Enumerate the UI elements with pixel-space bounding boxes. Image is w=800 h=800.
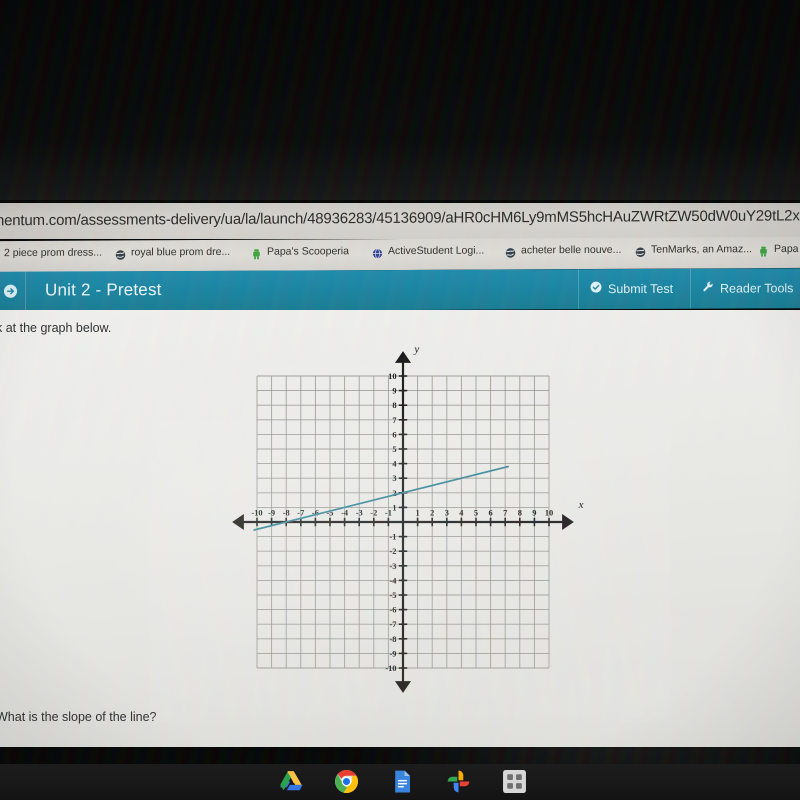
axis-names: xy: [413, 344, 583, 511]
bookmark-item[interactable]: Papa: [758, 242, 799, 257]
x-tick-label: 8: [518, 509, 522, 518]
y-tick-label: -3: [390, 562, 397, 571]
globe-icon: [115, 247, 126, 260]
x-tick-label: -4: [341, 509, 349, 518]
y-tick-label: -7: [390, 620, 397, 629]
google-photos-icon[interactable]: [446, 769, 471, 794]
y-tick-label: 8: [392, 401, 396, 410]
y-tick-label: -9: [390, 649, 397, 658]
x-tick-label: -10: [251, 509, 262, 518]
y-tick-label: -6: [390, 606, 397, 615]
y-tick-label: 2: [392, 489, 396, 498]
screen-photo: nentum.com/assessments-delivery/ua/la/la…: [0, 0, 800, 800]
x-tick-label: -9: [268, 509, 275, 518]
x-tick-label: -7: [297, 509, 304, 518]
bookmark-label: acheter belle nouve...: [521, 243, 622, 257]
y-tick-label: 5: [392, 445, 396, 454]
papas-scooperia-icon: [758, 244, 769, 257]
papas-scooperia-icon: [251, 246, 262, 259]
back-arrow-circle-icon[interactable]: [3, 284, 18, 299]
globe-icon: [505, 245, 516, 258]
header-divider: [690, 268, 691, 309]
y-tick-label: 10: [388, 372, 396, 381]
submit-test-label: Submit Test: [608, 281, 674, 296]
google-drive-icon[interactable]: [278, 769, 303, 794]
bookmark-item[interactable]: TenMarks, an Amaz...: [635, 243, 752, 257]
y-tick-label: 1: [392, 503, 396, 512]
x-tick-label: 7: [503, 509, 507, 518]
x-tick-label: 1: [416, 509, 420, 518]
bookmark-item[interactable]: ActiveStudent Logi...: [372, 244, 485, 259]
coordinate-graph: -10 -9 -8 -7 -6 -5 -4 -3 -2 -1 1 2 3 4 5 6 7 8 9 10 10 9 8 7 6 5 4…: [225, 344, 585, 704]
x-tick-label: 6: [489, 509, 493, 518]
x-tick-label: 2: [430, 509, 434, 518]
submit-test-button[interactable]: Submit Test: [590, 281, 673, 296]
line-series: [253, 465, 509, 531]
globe-icon: [635, 244, 646, 257]
x-axis-label: x: [578, 499, 584, 511]
x-tick-label: -8: [283, 509, 290, 518]
google-chrome-icon[interactable]: [334, 769, 359, 794]
page-title: Unit 2 - Pretest: [45, 280, 162, 300]
y-tick-label: 4: [392, 460, 397, 469]
bookmark-label: 2 piece prom dress...: [4, 246, 103, 260]
header-divider: [578, 269, 579, 310]
y-tick-label: 9: [392, 387, 396, 396]
y-tick-label: -2: [390, 547, 397, 556]
y-tick-label: -4: [390, 576, 398, 585]
bookmark-label: ActiveStudent Logi...: [388, 244, 485, 258]
question-prompt-text: What is the slope of the line?: [0, 710, 157, 724]
bookmark-label: Papa: [774, 242, 799, 256]
bookmarks-bar[interactable]: 2 piece prom dress... royal blue prom dr…: [0, 236, 800, 273]
bookmark-label: royal blue prom dre...: [131, 245, 231, 259]
bookmark-label: TenMarks, an Amaz...: [651, 243, 752, 256]
wrench-icon: [702, 281, 714, 296]
y-axis-label: y: [413, 344, 419, 356]
x-tick-label: -3: [356, 509, 363, 518]
y-tick-label: 6: [392, 430, 396, 439]
x-tick-label: -1: [385, 509, 392, 518]
bookmark-item[interactable]: royal blue prom dre...: [115, 245, 231, 260]
graph-svg: -10 -9 -8 -7 -6 -5 -4 -3 -2 -1 1 2 3 4 5 6 7 8 9 1010987654…: [232, 344, 584, 693]
assessment-body: k at the graph below. -10 -9 -8 -7 -6 -5 -4 -3-…: [0, 310, 800, 747]
x-tick-label: 5: [474, 509, 478, 518]
header-divider: [25, 271, 26, 312]
y-tick-label: -10: [385, 664, 396, 673]
y-tick-label: -1: [390, 533, 397, 542]
reader-tools-label: Reader Tools: [720, 280, 794, 296]
y-tick-label: -8: [390, 635, 397, 644]
y-tick-label: -5: [390, 591, 397, 600]
bookmark-item[interactable]: acheter belle nouve...: [505, 243, 622, 258]
y-tick-label: 3: [392, 474, 396, 483]
bookmark-label: Papa's Scooperia: [267, 245, 349, 258]
browser-url-bar[interactable]: nentum.com/assessments-delivery/ua/la/la…: [0, 203, 800, 239]
check-circle-icon: [590, 281, 602, 296]
globe-icon: [372, 246, 383, 259]
x-tick-label: 9: [532, 509, 536, 518]
app-launcher-icon[interactable]: [502, 769, 527, 794]
x-tick-label: 4: [459, 509, 464, 518]
y-tick-label: 7: [392, 416, 396, 425]
google-docs-icon[interactable]: [390, 769, 415, 794]
question-intro-text: k at the graph below.: [0, 321, 112, 335]
chromeos-taskbar[interactable]: [0, 764, 800, 800]
assessment-header: Unit 2 - Pretest Submit Test Reader Tool…: [0, 268, 800, 312]
bookmark-item[interactable]: 2 piece prom dress...: [4, 247, 102, 260]
bookmark-item[interactable]: Papa's Scooperia: [251, 245, 349, 259]
x-tick-label: -2: [370, 509, 377, 518]
x-tick-label: 10: [545, 509, 553, 518]
url-text[interactable]: nentum.com/assessments-delivery/ua/la/la…: [0, 206, 800, 230]
reader-tools-button[interactable]: Reader Tools: [702, 280, 793, 295]
monitor-bezel-top: [0, 0, 800, 200]
x-tick-label: 3: [445, 509, 449, 518]
plotted-line: [253, 465, 509, 531]
